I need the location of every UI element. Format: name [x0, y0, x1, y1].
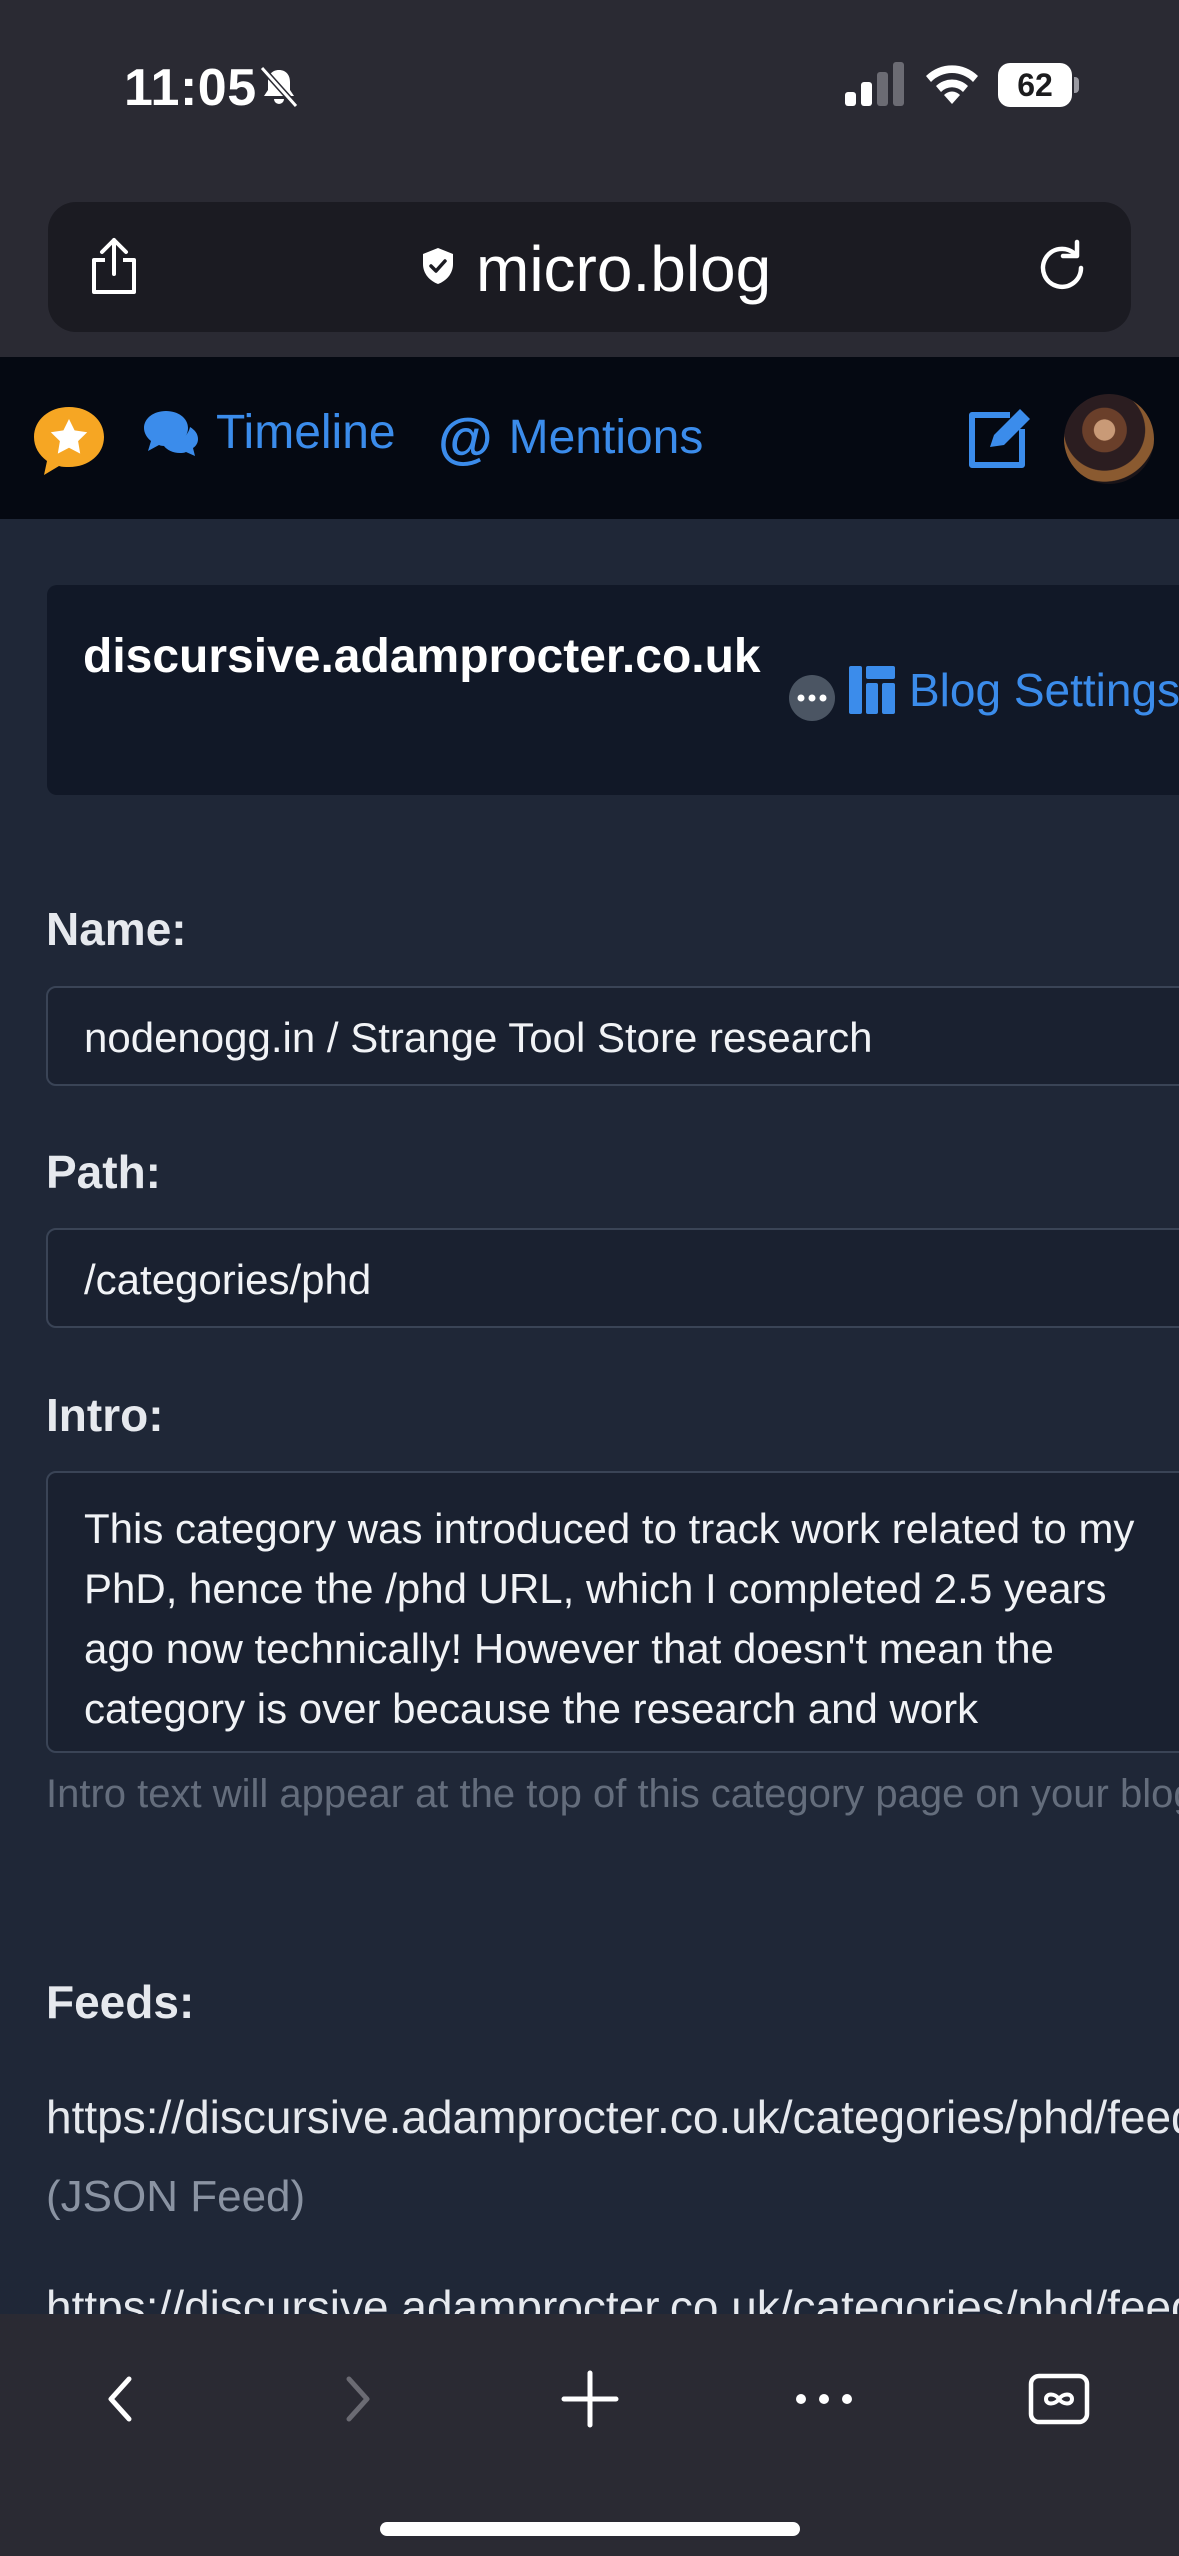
ellipsis-circle-icon[interactable]	[787, 673, 837, 723]
home-indicator	[380, 2522, 800, 2536]
tabs-button[interactable]	[1014, 2354, 1104, 2444]
compose-icon[interactable]	[966, 407, 1032, 469]
dashboard-icon	[849, 666, 895, 714]
battery-indicator: 62	[998, 63, 1079, 107]
timeline-label: Timeline	[216, 406, 396, 459]
at-sign-icon: @	[438, 406, 493, 469]
path-field[interactable]: /categories/phd	[46, 1228, 1179, 1328]
blog-settings-link[interactable]: Blog Settings	[849, 663, 1179, 717]
timeline-link[interactable]: Timeline	[142, 405, 396, 460]
forward-button[interactable]	[312, 2354, 402, 2444]
bell-slash-icon	[259, 65, 299, 109]
wifi-icon	[926, 65, 978, 104]
mentions-label: Mentions	[508, 411, 704, 464]
tabs-icon	[1028, 2373, 1090, 2425]
path-label: Path:	[46, 1146, 161, 1198]
avatar[interactable]	[1064, 394, 1154, 484]
chat-bubbles-icon	[144, 410, 198, 456]
feeds-label: Feeds:	[46, 1976, 195, 2028]
browser-top-chrome: 11:05 62 micro.blog	[0, 0, 1179, 357]
browser-toolbar	[0, 2314, 1179, 2556]
intro-help-text: Intro text will appear at the top of thi…	[46, 1772, 1179, 1816]
intro-textarea[interactable]: This category was introduced to track wo…	[46, 1471, 1179, 1753]
status-time: 11:05	[124, 59, 257, 117]
page-content: discursive.adamprocter.co.uk Blog Settin…	[0, 519, 1179, 2314]
ellipsis-icon	[796, 2394, 852, 2404]
chevron-left-icon	[108, 2376, 132, 2422]
feed-url-json[interactable]: https://discursive.adamprocter.co.uk/cat…	[46, 2090, 1179, 2144]
blog-name: discursive.adamprocter.co.uk	[83, 630, 761, 683]
microblog-logo-icon[interactable]	[30, 403, 108, 479]
chevron-right-icon	[346, 2376, 370, 2422]
share-icon[interactable]	[88, 236, 140, 296]
intro-label: Intro:	[46, 1389, 164, 1441]
app-navigation: Timeline @ Mentions	[0, 357, 1179, 519]
mentions-link[interactable]: @ Mentions	[438, 405, 703, 470]
address-bar[interactable]: micro.blog	[48, 202, 1131, 332]
url-text[interactable]: micro.blog	[476, 232, 771, 306]
blog-settings-label: Blog Settings	[909, 664, 1179, 716]
back-button[interactable]	[76, 2354, 166, 2444]
feed-url-xml[interactable]: https://discursive.adamprocter.co.uk/cat…	[46, 2280, 1179, 2314]
cellular-signal-icon	[845, 62, 904, 106]
shield-icon	[423, 248, 453, 284]
battery-percent: 62	[1017, 67, 1053, 103]
new-tab-button[interactable]	[545, 2354, 635, 2444]
plus-icon	[561, 2370, 619, 2428]
blog-header: discursive.adamprocter.co.uk Blog Settin…	[47, 585, 1179, 795]
reload-icon[interactable]	[1033, 238, 1091, 296]
feed-kind-json: (JSON Feed)	[46, 2172, 306, 2221]
name-field[interactable]: nodenogg.in / Strange Tool Store researc…	[46, 986, 1179, 1086]
name-label: Name:	[46, 903, 187, 955]
more-button[interactable]	[779, 2354, 869, 2444]
